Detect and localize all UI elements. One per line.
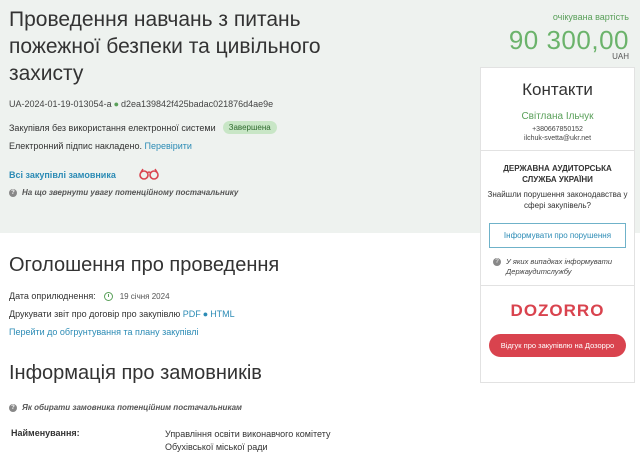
contacts-title: Контакти [522, 80, 593, 99]
contact-person-name: Світлана Ільчук [521, 111, 594, 122]
question-icon: ? [493, 258, 501, 266]
attention-text: На що звернути увагу потенційному постач… [22, 188, 239, 197]
audit-service-title: ДЕРЖАВНА АУДИТОРСЬКА СЛУЖБА УКРАЇНИ [503, 164, 612, 184]
report-violation-button[interactable]: Інформувати про порушення [489, 223, 626, 248]
clock-icon [103, 291, 113, 301]
signature-text: Електронний підпис накладено. [9, 141, 142, 151]
procedure-line: Закупівля без використання електронної с… [9, 121, 277, 134]
signature-line: Електронний підпис накладено. Перевірити [9, 141, 192, 151]
tender-hash: d2ea139842f425badac021876d4ae9e [121, 99, 274, 109]
binoculars-icon[interactable] [138, 168, 160, 182]
tender-identifier: UA-2024-01-19-013054-a ● d2ea139842f425bad… [9, 99, 273, 109]
buyer-name-value: Управління освіти виконавчого комітету О… [165, 429, 331, 452]
contacts-sidebar: Контакти Світлана Ільчук +380667850152 i… [480, 67, 635, 383]
publication-date-row: Дата оприлюднення: 19 січня 2024 [9, 291, 170, 301]
justification-plan-link[interactable]: Перейти до обгрунтування та плану закупі… [9, 327, 198, 337]
dozorro-logo: DOZORRO [510, 301, 605, 320]
expected-value-amount: 90 300,00 [508, 25, 629, 55]
question-icon: ? [9, 188, 17, 197]
dot-separator: ● [113, 99, 120, 109]
print-report-row: Друкувати звіт про договір про закупівлю… [9, 309, 235, 319]
dot-separator: ● [202, 309, 209, 319]
audit-note-text: У яких випадках інформувати Держаудитслу… [506, 257, 613, 276]
contact-phone: +380667850152 [532, 126, 583, 133]
all-purchases-row: Всі закупівлі замовника [9, 168, 160, 182]
expected-value: очікувана вартість 90 300,00 UAH [509, 12, 629, 61]
publication-date-label: Дата оприлюднення: [9, 291, 96, 301]
status-badge: Завершена [222, 121, 277, 134]
divider [481, 285, 634, 286]
tender-id: UA-2024-01-19-013054-a [9, 99, 112, 109]
buyer-name-label: Найменування: [11, 428, 80, 438]
print-html-link[interactable]: HTML [210, 309, 235, 319]
choose-buyer-hint[interactable]: ? Як обирати замовника потенційним поста… [9, 403, 242, 412]
contact-email[interactable]: ilchuk-svetta@ukr.net [481, 135, 634, 142]
procedure-type: Закупівля без використання електронної с… [9, 122, 216, 133]
publication-date: 19 січня 2024 [119, 291, 170, 301]
dozorro-feedback-button[interactable]: Відгук про закупівлю на Дозорро [489, 334, 626, 357]
audit-note[interactable]: ? У яких випадках інформувати Держаудитс… [481, 257, 634, 277]
question-icon: ? [9, 403, 17, 412]
attention-hint[interactable]: ? На що звернути увагу потенційному пост… [9, 188, 238, 197]
print-pdf-link[interactable]: PDF [183, 309, 201, 319]
all-buyer-purchases-link[interactable]: Всі закупівлі замовника [9, 170, 116, 180]
announcement-heading: Оголошення про проведення [9, 254, 280, 276]
audit-question: Знайшли порушення законодавства у сфері … [487, 190, 628, 210]
page-title: Проведення навчань з питань пожежної без… [9, 8, 321, 85]
choose-buyer-hint-text: Як обирати замовника потенційним постача… [22, 403, 242, 412]
expected-value-label: очікувана вартість [552, 12, 629, 22]
print-report-text: Друкувати звіт про договір про закупівлю [9, 309, 181, 319]
verify-signature-link[interactable]: Перевірити [144, 141, 191, 151]
buyer-info-heading: Інформація про замовників [9, 362, 262, 384]
divider [481, 150, 634, 151]
